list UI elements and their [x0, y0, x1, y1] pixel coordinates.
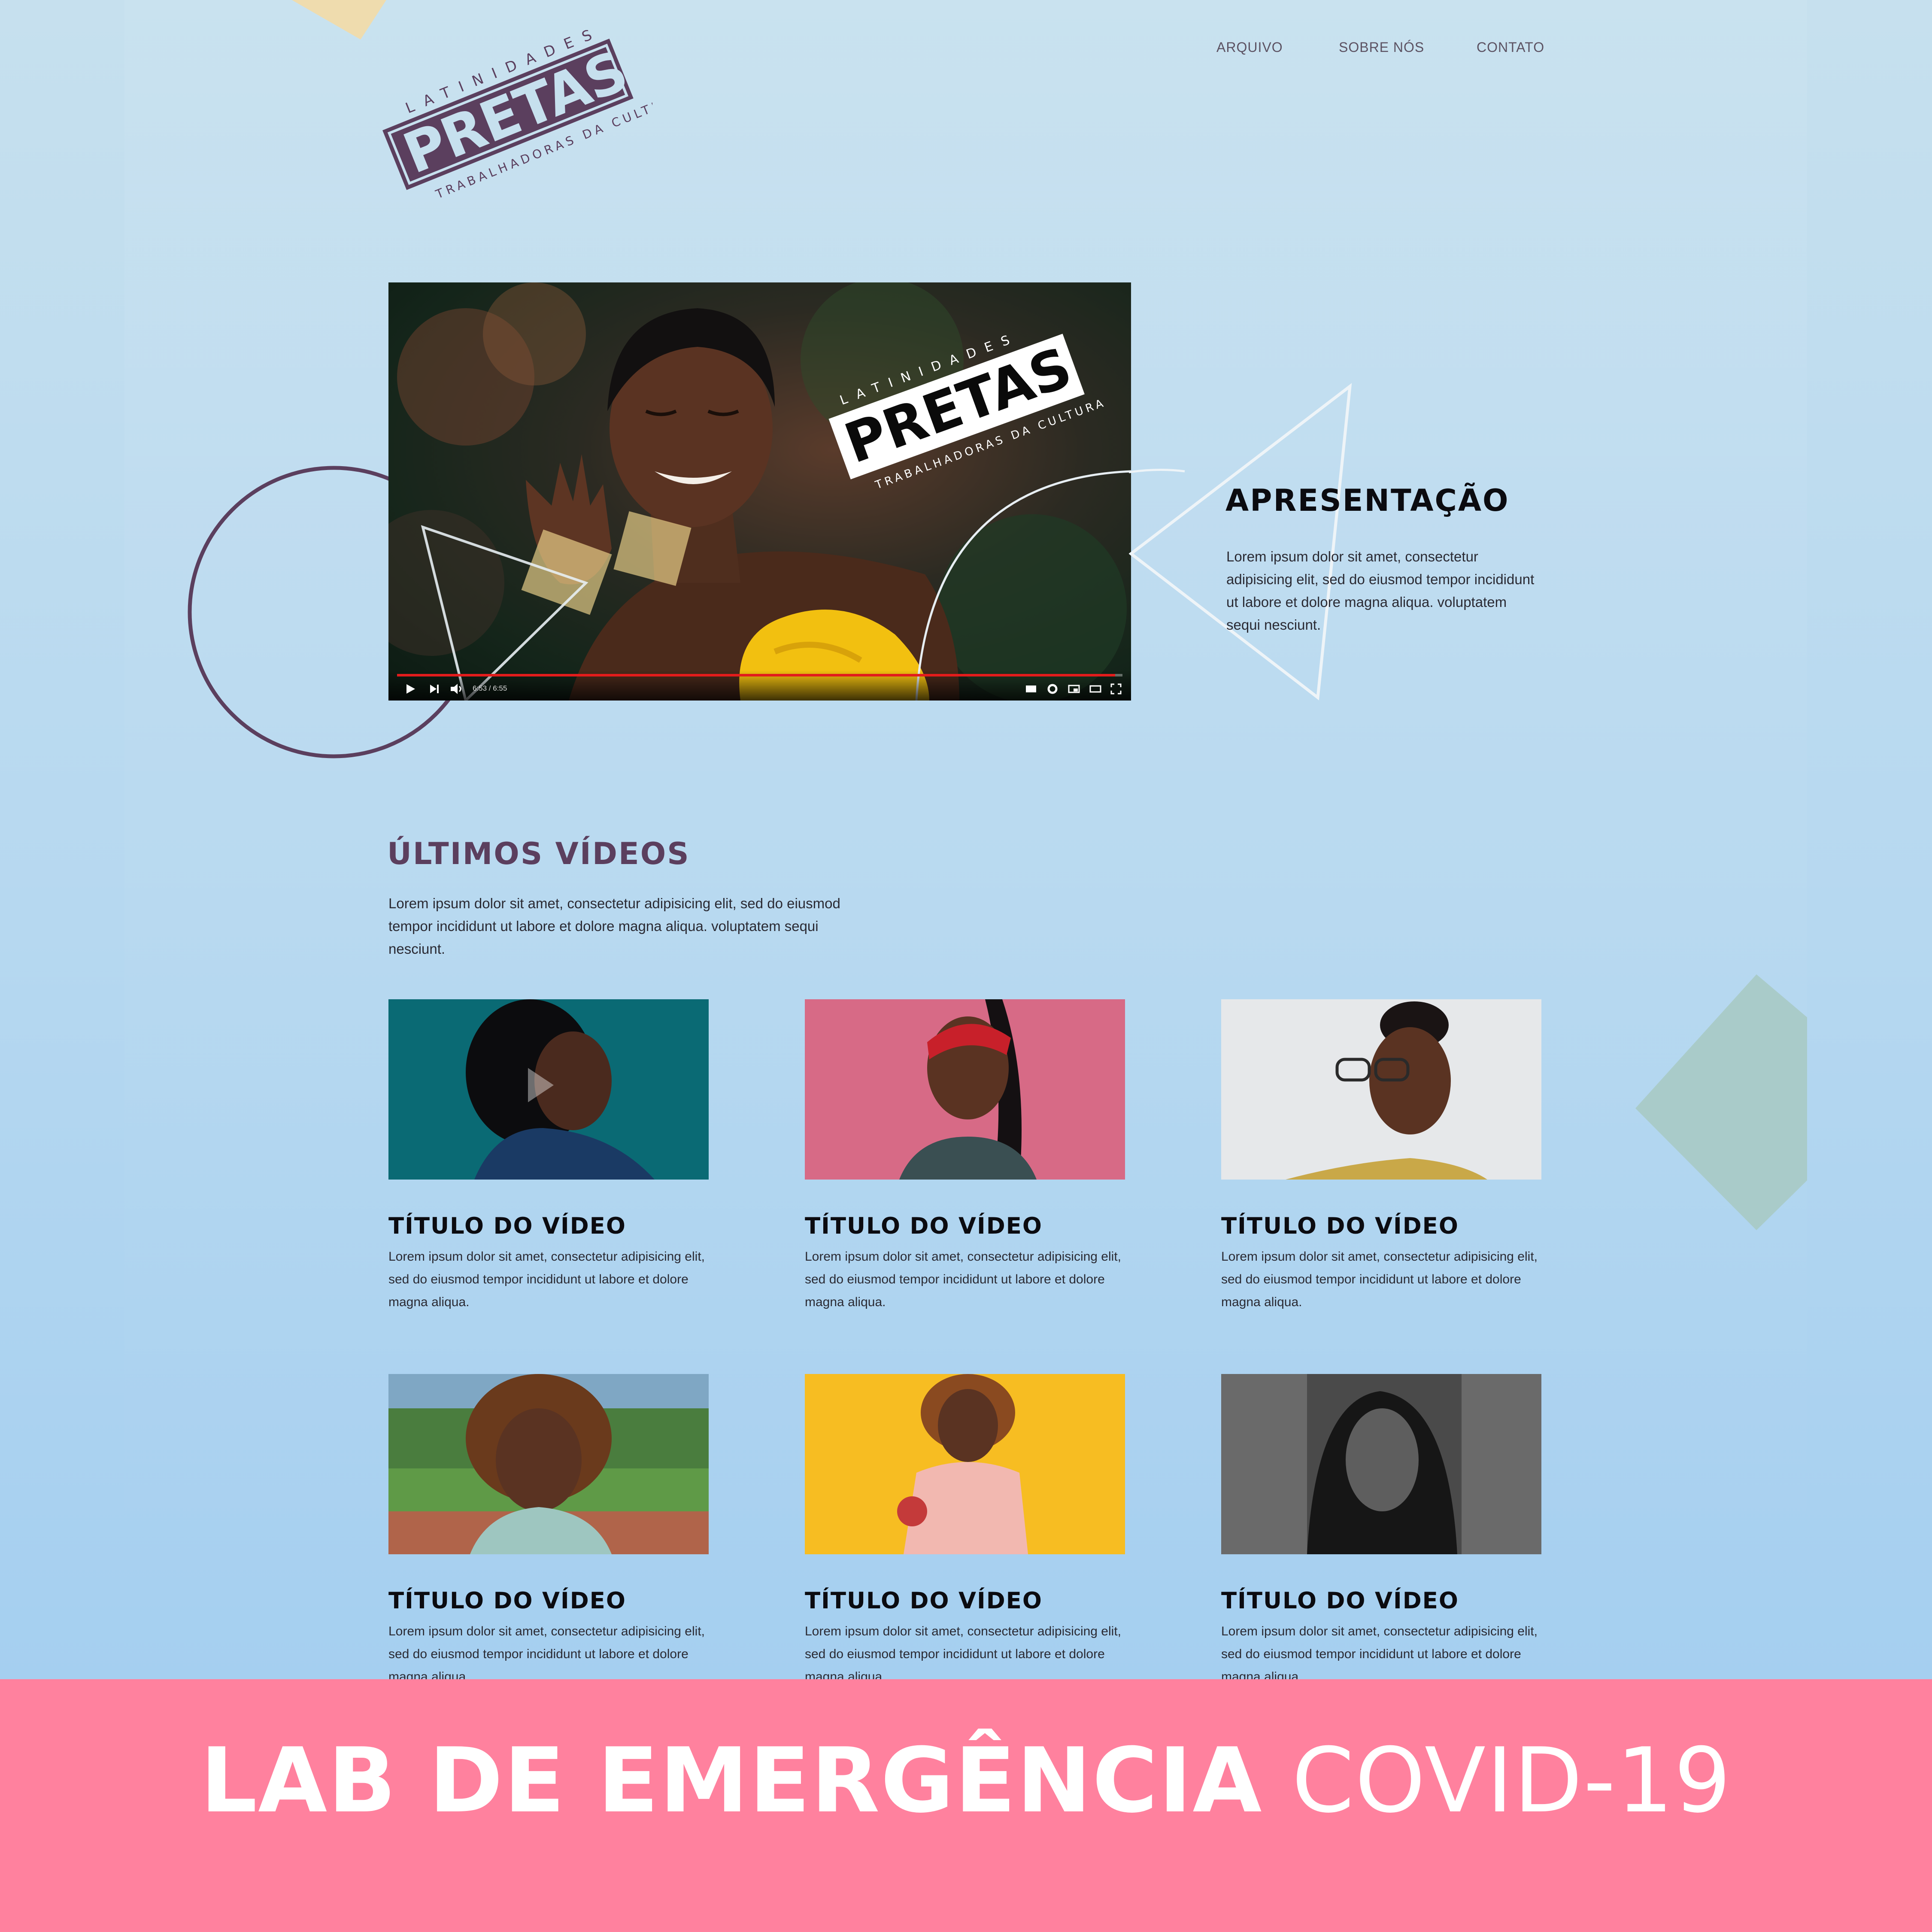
white-triangle-decoration — [1129, 383, 1352, 701]
intro-title: APRESENTAÇÃO — [1225, 483, 1510, 518]
next-icon[interactable] — [428, 682, 441, 695]
video-thumbnail[interactable] — [388, 1374, 709, 1554]
video-card[interactable]: TÍTULO DO VÍDEO Lorem ipsum dolor sit am… — [805, 1374, 1125, 1679]
video-card-text: Lorem ipsum dolor sit amet, consectetur … — [1221, 1250, 1538, 1309]
video-frame-image: LATINIDADES PRETAS TRABALHADORAS DA CULT… — [388, 282, 1131, 701]
video-card-text: Lorem ipsum dolor sit amet, consectetur … — [805, 1624, 1121, 1679]
video-card-title[interactable]: TÍTULO DO VÍDEO — [805, 1588, 1125, 1614]
video-card[interactable]: TÍTULO DO VÍDEO Lorem ipsum dolor sit am… — [1221, 1374, 1541, 1679]
subtitles-icon[interactable] — [1025, 682, 1037, 695]
banner-text: LAB DE EMERGÊNCIA COVID-19 — [0, 1732, 1932, 1830]
video-card-title[interactable]: TÍTULO DO VÍDEO — [1221, 1213, 1541, 1239]
video-card-text: Lorem ipsum dolor sit amet, consectetur … — [388, 1250, 705, 1309]
nav-link-arquivo[interactable]: ARQUIVO — [1216, 39, 1283, 55]
volume-icon[interactable] — [449, 682, 464, 695]
nav-link-sobre-nos[interactable]: SOBRE NÓS — [1339, 39, 1424, 55]
miniplayer-icon[interactable] — [1068, 682, 1080, 695]
nav-link-contato[interactable]: CONTATO — [1477, 39, 1544, 55]
video-thumbnail[interactable] — [805, 1374, 1125, 1554]
teal-diamond-decoration — [1635, 974, 1807, 1230]
latest-videos-text: Lorem ipsum dolor sit amet, consectetur … — [388, 895, 840, 957]
video-card-title[interactable]: TÍTULO DO VÍDEO — [388, 1588, 709, 1614]
bottom-banner: LAB DE EMERGÊNCIA COVID-19 — [0, 1679, 1932, 1932]
video-card[interactable]: TÍTULO DO VÍDEO Lorem ipsum dolor sit am… — [388, 999, 709, 1313]
video-progress-bar[interactable] — [397, 674, 1122, 676]
intro-text: Lorem ipsum dolor sit amet, consectetur … — [1226, 549, 1535, 633]
video-progress-fill — [397, 674, 1116, 676]
video-card[interactable]: TÍTULO DO VÍDEO Lorem ipsum dolor sit am… — [805, 999, 1125, 1313]
video-thumbnail[interactable] — [1221, 999, 1541, 1180]
thumbnail-image — [805, 999, 1125, 1180]
video-time: 6:53 / 6:55 — [473, 684, 507, 692]
video-thumbnail[interactable] — [388, 999, 709, 1180]
site-logo[interactable]: LATINIDADES PRETAS TRABALHADORAS DA CULT… — [382, 30, 652, 210]
video-card-title[interactable]: TÍTULO DO VÍDEO — [1221, 1588, 1541, 1614]
video-card-title[interactable]: TÍTULO DO VÍDEO — [805, 1213, 1125, 1239]
video-card-title[interactable]: TÍTULO DO VÍDEO — [388, 1213, 709, 1239]
play-icon[interactable] — [404, 682, 417, 695]
thumbnail-image — [388, 999, 709, 1180]
thumbnail-image — [1221, 999, 1541, 1180]
video-card[interactable]: TÍTULO DO VÍDEO Lorem ipsum dolor sit am… — [388, 1374, 709, 1679]
banner-light-text: COVID-19 — [1292, 1729, 1732, 1833]
video-card[interactable]: TÍTULO DO VÍDEO Lorem ipsum dolor sit am… — [1221, 999, 1541, 1313]
video-card-text: Lorem ipsum dolor sit amet, consectetur … — [1221, 1624, 1538, 1679]
video-thumbnail[interactable] — [1221, 1374, 1541, 1554]
video-thumbnail[interactable] — [805, 999, 1125, 1180]
theater-mode-icon[interactable] — [1089, 682, 1102, 695]
thumbnail-image — [805, 1374, 1125, 1554]
settings-gear-icon[interactable] — [1046, 682, 1059, 695]
video-card-text: Lorem ipsum dolor sit amet, consectetur … — [805, 1250, 1121, 1309]
yellow-triangle-decoration — [292, 0, 386, 39]
fullscreen-icon[interactable] — [1110, 682, 1122, 695]
thumbnail-image — [1221, 1374, 1541, 1554]
banner-bold-text: LAB DE EMERGÊNCIA — [200, 1729, 1263, 1833]
hero-video-player[interactable]: LATINIDADES PRETAS TRABALHADORAS DA CULT… — [388, 282, 1131, 701]
video-card-text: Lorem ipsum dolor sit amet, consectetur … — [388, 1624, 705, 1679]
thumbnail-image — [388, 1374, 709, 1554]
latest-videos-title: ÚLTIMOS VÍDEOS — [387, 836, 690, 871]
website-screenshot: ARQUIVO SOBRE NÓS CONTATO LATINIDADES PR… — [0, 0, 1932, 1679]
